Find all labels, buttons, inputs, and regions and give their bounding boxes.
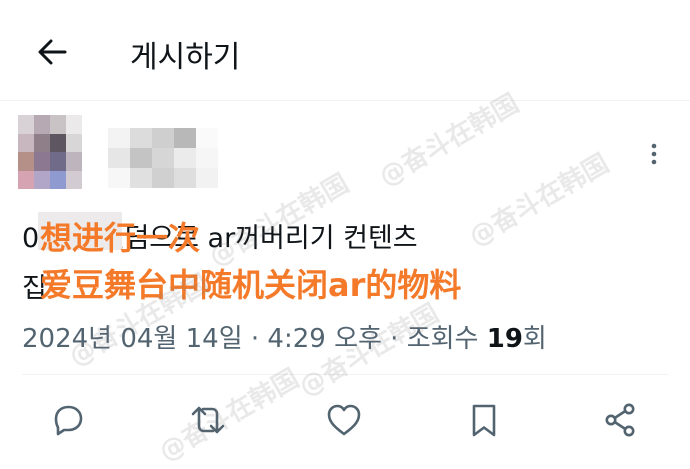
translation-overlay-line1: 想进行一次 xyxy=(40,219,201,257)
more-vertical-icon xyxy=(651,143,657,165)
reply-icon xyxy=(54,405,83,436)
header-divider xyxy=(0,100,690,101)
view-count: 19 xyxy=(486,324,523,354)
share-button[interactable] xyxy=(598,398,642,442)
more-options-button[interactable] xyxy=(644,140,664,170)
like-icon xyxy=(327,404,361,436)
page-title: 게시하기 xyxy=(130,40,241,75)
bookmark-icon xyxy=(472,404,496,437)
watermark: @奋斗在韩国 xyxy=(464,148,615,253)
like-button[interactable] xyxy=(322,398,366,442)
arrow-left-icon xyxy=(38,39,67,65)
reply-button[interactable] xyxy=(46,398,90,442)
back-button[interactable] xyxy=(30,30,74,74)
view-count-suffix: 회 xyxy=(522,324,547,354)
header-bar: 게시하기 xyxy=(0,0,690,100)
translation-overlay-line2: 爱豆舞台中随机关闭ar的物料 xyxy=(40,266,462,304)
action-bar xyxy=(0,390,690,450)
share-icon xyxy=(605,403,635,437)
bookmark-button[interactable] xyxy=(462,398,506,442)
username-blurred[interactable] xyxy=(108,128,218,190)
avatar[interactable] xyxy=(18,115,82,189)
